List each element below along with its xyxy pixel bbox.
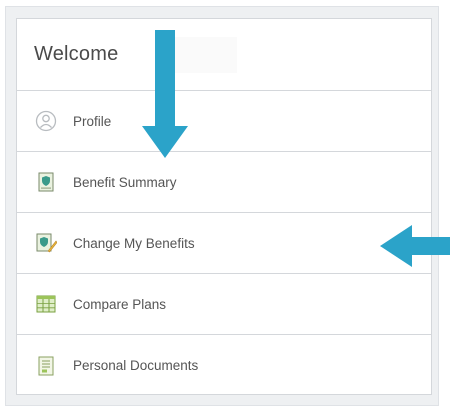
- welcome-title: Welcome: [34, 43, 119, 65]
- compare-plans-icon: [35, 293, 57, 315]
- menu-item-label: Personal Documents: [73, 358, 199, 373]
- change-benefits-icon: [35, 232, 57, 254]
- down-arrow-icon: [142, 30, 188, 158]
- menu-item-benefit-summary[interactable]: Benefit Summary: [17, 152, 431, 213]
- menu-item-change-my-benefits[interactable]: Change My Benefits: [17, 213, 431, 274]
- menu-item-compare-plans[interactable]: Compare Plans: [17, 274, 431, 335]
- menu-item-label: Benefit Summary: [73, 174, 177, 190]
- navigation-panel: Welcome Profile Benefit Summary Change M…: [16, 18, 432, 395]
- welcome-header: Welcome: [17, 19, 431, 91]
- menu-item-personal-documents[interactable]: Personal Documents: [17, 335, 431, 396]
- profile-icon: [35, 110, 57, 132]
- personal-documents-icon: [35, 355, 57, 377]
- menu-item-profile[interactable]: Profile: [17, 91, 431, 152]
- left-arrow-icon: [380, 225, 450, 267]
- benefit-summary-icon: [35, 171, 57, 193]
- menu-item-label: Compare Plans: [73, 296, 167, 312]
- menu-item-label: Profile: [73, 113, 112, 129]
- menu-item-label: Change My Benefits: [73, 235, 195, 251]
